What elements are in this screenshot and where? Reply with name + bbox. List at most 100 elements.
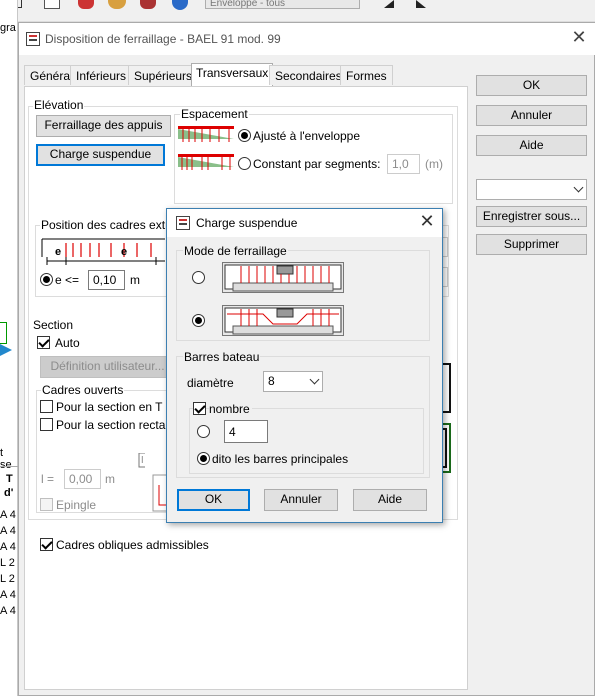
tab-formes[interactable]: Formes xyxy=(340,65,393,85)
pin-checkbox[interactable] xyxy=(40,498,53,511)
spacing-adjusted-label: Ajusté à l'enveloppe xyxy=(253,129,361,143)
bg-table: T d' A 4 A 4 A 4 L 2 L 2 A 4 A 4 xyxy=(0,466,18,617)
mode-legend: Mode de ferraillage xyxy=(183,244,288,258)
bg-cell: L 2 xyxy=(0,573,15,585)
load-wedge xyxy=(178,157,234,167)
ditto-label: dito les barres principales xyxy=(212,452,349,466)
toolbar-icon xyxy=(78,0,94,9)
beam-top xyxy=(178,126,234,129)
bg-cell: A 4 xyxy=(0,525,16,537)
spacing-constant-label: Constant par segments: xyxy=(253,157,381,171)
user-definition-button[interactable]: Définition utilisateur... xyxy=(40,356,175,378)
load-wedge xyxy=(178,129,234,139)
oblique-frames-label: Cadres obliques admissibles xyxy=(56,538,209,552)
mode-2-diagram xyxy=(224,307,342,335)
toolbar-icon xyxy=(44,0,60,9)
position-legend: Position des cadres extrêm xyxy=(40,218,187,232)
tab-superieurs[interactable]: Supérieurs xyxy=(128,65,199,85)
t-section-checkbox[interactable] xyxy=(40,400,53,413)
bg-cell: A 4 xyxy=(0,605,16,617)
number-radio[interactable] xyxy=(197,425,210,438)
diameter-select[interactable]: 8 xyxy=(263,371,323,392)
section-auto-label: Auto xyxy=(55,336,80,350)
dialog-titlebar: Disposition de ferraillage - BAEL 91 mod… xyxy=(19,23,595,55)
mode-1-thumbnail[interactable] xyxy=(222,262,344,293)
bg-cell: A 4 xyxy=(0,509,16,521)
diameter-label: diamètre xyxy=(187,376,234,390)
sub-help-button[interactable]: Aide xyxy=(353,489,427,511)
spacing-legend: Espacement xyxy=(180,107,249,121)
elevation-legend: Elévation xyxy=(33,98,85,112)
position-e-label: e <= xyxy=(55,273,80,287)
svg-text:l: l xyxy=(141,456,144,466)
pin-label: Epingle xyxy=(56,498,97,512)
envelope-combo[interactable]: Enveloppe - tous xyxy=(205,0,360,9)
section-auto-checkbox[interactable] xyxy=(37,336,50,349)
tab-transversaux[interactable]: Transversaux xyxy=(191,63,274,87)
number-checkbox[interactable] xyxy=(193,402,206,415)
cancel-button[interactable]: Annuler xyxy=(476,105,587,126)
bg-cell: A 4 xyxy=(0,589,16,601)
arrow-right-icon[interactable] xyxy=(416,0,426,8)
dialog-title: Disposition de ferraillage - BAEL 91 mod… xyxy=(45,32,281,46)
diameter-value: 8 xyxy=(268,374,275,388)
spacing-adjusted-radio[interactable] xyxy=(238,129,251,142)
tab-secondaires[interactable]: Secondaires xyxy=(269,65,348,85)
spacing-adjusted-icon xyxy=(178,126,234,142)
t-section-label: Pour la section en T xyxy=(56,400,163,414)
bg-arrow-icon xyxy=(0,344,12,356)
spacing-constant-icon xyxy=(178,154,234,170)
mode-1-radio[interactable] xyxy=(192,271,205,284)
subdialog-title: Charge suspendue xyxy=(196,216,298,230)
number-label: nombre xyxy=(209,402,252,416)
mode-1-diagram xyxy=(224,264,342,292)
open-frames-legend: Cadres ouverts xyxy=(41,383,125,397)
app-icon xyxy=(26,32,40,46)
l-value-input[interactable]: 0,00 xyxy=(64,469,101,489)
mode-2-thumbnail[interactable] xyxy=(222,305,344,336)
rect-section-checkbox[interactable] xyxy=(40,418,53,431)
beam-top xyxy=(178,154,234,157)
position-e-input[interactable]: 0,10 xyxy=(88,270,125,290)
chevron-down-icon xyxy=(309,374,320,385)
close-icon[interactable]: ✕ xyxy=(417,212,437,232)
dim-e-label-1: e xyxy=(55,246,62,258)
toolbar-icon xyxy=(140,0,156,9)
arrow-left-icon[interactable] xyxy=(384,0,394,8)
ditto-radio[interactable] xyxy=(197,452,210,465)
stirrups xyxy=(65,243,152,257)
oblique-frames-checkbox[interactable] xyxy=(40,538,53,551)
l-label: l = xyxy=(41,472,55,486)
delete-button[interactable]: Supprimer xyxy=(476,234,587,255)
close-icon[interactable]: ✕ xyxy=(569,28,589,48)
chevron-down-icon xyxy=(573,182,584,193)
sub-ok-button[interactable]: OK xyxy=(177,489,250,511)
spacing-constant-radio[interactable] xyxy=(238,157,251,170)
mode-2-radio[interactable] xyxy=(192,314,205,327)
subdialog-titlebar: Charge suspendue ✕ xyxy=(167,209,442,237)
spacing-value-input[interactable]: 1,0 xyxy=(387,154,420,174)
toolbar-icon xyxy=(108,0,126,9)
bg-cell: L 2 xyxy=(0,557,15,569)
supports-button[interactable]: Ferraillage des appuis xyxy=(36,115,171,137)
l-unit: m xyxy=(105,472,115,486)
suspended-load-button[interactable]: Charge suspendue xyxy=(36,144,165,166)
bg-fragment: gra xyxy=(0,22,16,34)
rect-section-label: Pour la section rectang xyxy=(56,418,179,432)
bg-tree-node xyxy=(0,322,7,344)
app-icon xyxy=(176,216,190,230)
info-icon xyxy=(172,0,188,10)
number-input[interactable]: 4 xyxy=(224,420,268,443)
save-as-button[interactable]: Enregistrer sous... xyxy=(476,206,587,227)
dim-e-label-2: e xyxy=(121,246,128,258)
bg-cell: T xyxy=(6,473,13,485)
position-e-radio[interactable] xyxy=(40,273,53,286)
tab-inferieurs[interactable]: Inférieurs xyxy=(70,65,133,85)
background-left-panel: gra t se T d' A 4 A 4 A 4 L 2 L 2 A 4 A … xyxy=(0,0,18,696)
help-button[interactable]: Aide xyxy=(476,135,587,156)
bg-cell: A 4 xyxy=(0,541,16,553)
preset-select[interactable] xyxy=(476,179,587,200)
ok-button[interactable]: OK xyxy=(476,75,587,96)
sub-cancel-button[interactable]: Annuler xyxy=(264,489,338,511)
section-legend: Section xyxy=(33,318,74,332)
